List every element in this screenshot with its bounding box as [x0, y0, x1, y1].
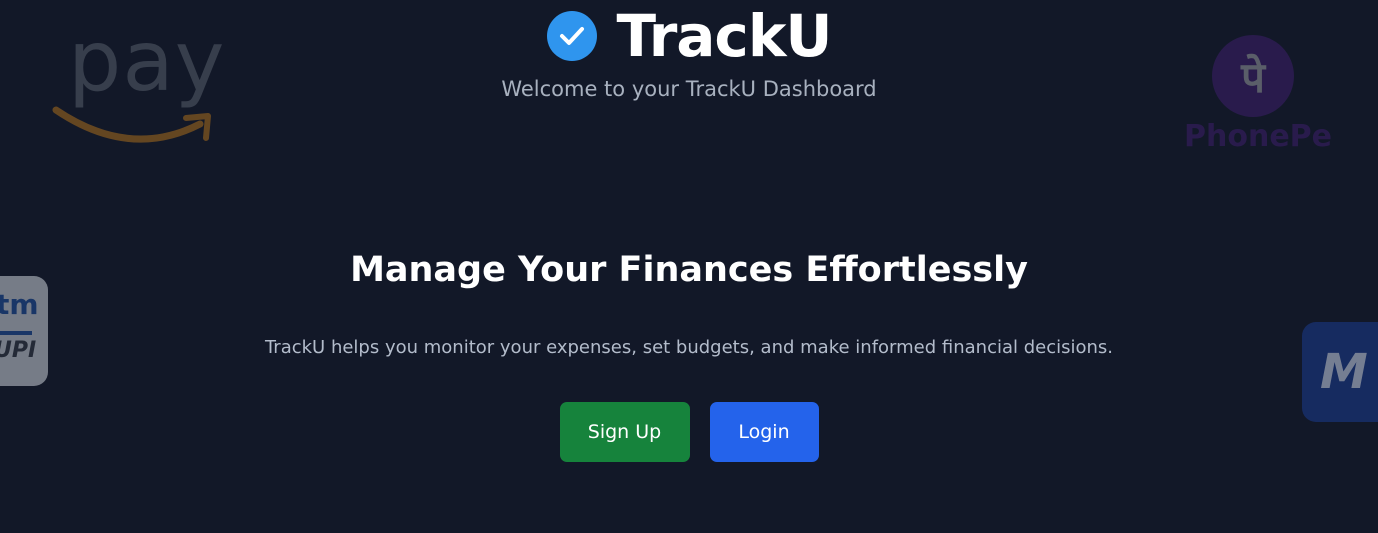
amazon-smile-icon: [52, 106, 211, 143]
login-button[interactable]: Login: [709, 402, 819, 462]
auth-actions: Sign Up Login: [0, 402, 1378, 462]
brand-header: TrackU: [0, 4, 1378, 68]
paytm-logo: tm UPI: [0, 276, 48, 386]
app-title: TrackU: [616, 2, 833, 70]
hero-description: TrackU helps you monitor your expenses, …: [264, 337, 1114, 358]
welcome-subtitle: Welcome to your TrackU Dashboard: [501, 77, 877, 101]
hero-headline: Manage Your Finances Effortlessly: [350, 250, 1028, 290]
paytm-wordmark: tm: [0, 288, 39, 321]
signup-button[interactable]: Sign Up: [559, 402, 690, 462]
phonepe-wordmark: PhonePe: [1184, 119, 1332, 154]
check-circle-icon: [546, 11, 597, 61]
paytm-divider: [0, 331, 32, 335]
landing-page: pay पे PhonePe tm UPI M TrackU Welcome t…: [0, 0, 1378, 533]
